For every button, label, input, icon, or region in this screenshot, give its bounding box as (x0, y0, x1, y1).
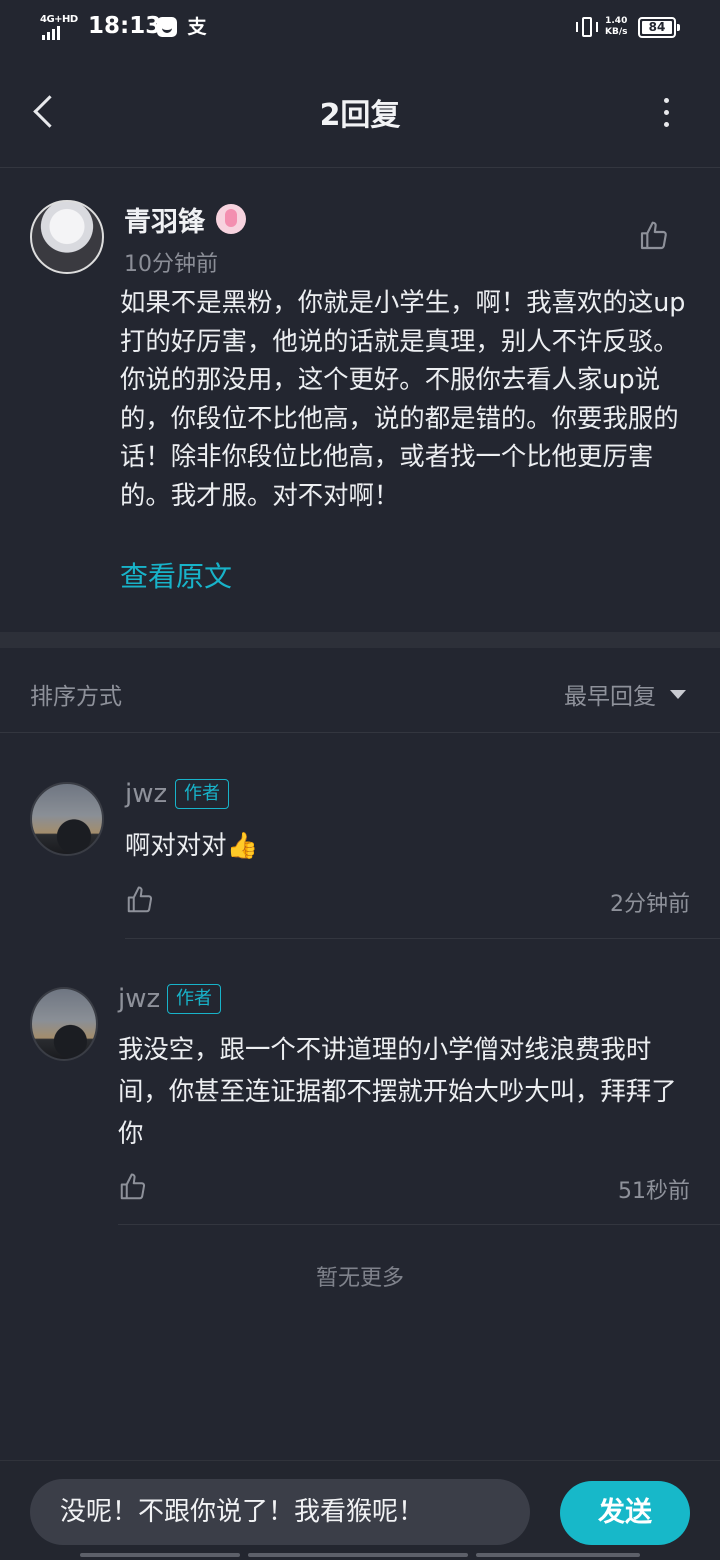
author-badge: 作者 (175, 779, 229, 809)
reply-text: 啊对对对👍 (125, 830, 259, 860)
user-badge-icon (216, 204, 246, 234)
network-type: 4G+HD (40, 14, 78, 25)
section-divider (0, 632, 720, 648)
top-app-bar: 2回复 (0, 56, 720, 168)
like-icon[interactable] (125, 885, 155, 915)
caret-down-icon (670, 689, 686, 699)
avatar[interactable] (30, 782, 104, 856)
avatar[interactable] (30, 987, 98, 1061)
reply-username[interactable]: jwz (125, 779, 167, 809)
signal-icon: 4G+HD (40, 14, 82, 40)
home-indicator (476, 1553, 640, 1557)
page-title: 2回复 (319, 98, 401, 133)
no-more-text: 暂无更多 (315, 1266, 404, 1291)
reply-input[interactable] (30, 1479, 530, 1545)
vibrate-icon (574, 16, 600, 38)
clock: 18:13 (88, 13, 162, 39)
like-icon[interactable] (118, 1172, 148, 1202)
root-comment-username[interactable]: 青羽锋 (124, 200, 205, 239)
app-notification-icon (157, 17, 177, 37)
divider (118, 1224, 720, 1225)
battery-level: 84 (642, 21, 672, 34)
alipay-notification-icon: 支 (187, 16, 207, 38)
reply-text: 我没空，跟一个不讲道理的小学僧对线浪费我时间，你甚至连证据都不摆就开始大吵大叫，… (118, 1034, 677, 1148)
root-comment-text: 如果不是黑粉，你就是小学生，啊！我喜欢的这up打的好厉害，他说的话就是真理，别人… (120, 287, 686, 510)
sort-selected-value: 最早回复 (564, 684, 656, 710)
more-options-button[interactable] (648, 90, 684, 134)
battery-icon: 84 (638, 17, 680, 38)
reply-composer: 发送 (0, 1460, 720, 1560)
reply-username[interactable]: jwz (118, 984, 160, 1014)
like-icon[interactable] (638, 220, 670, 252)
sort-dropdown[interactable]: 最早回复 (564, 677, 686, 711)
reply-time: 51秒前 (618, 1179, 690, 1204)
author-badge: 作者 (167, 984, 221, 1014)
divider (125, 938, 720, 939)
view-original-link[interactable]: 查看原文 (120, 555, 232, 595)
send-button[interactable]: 发送 (560, 1481, 690, 1545)
root-comment-time: 10分钟前 (124, 252, 218, 277)
home-indicator (80, 1553, 240, 1557)
avatar[interactable] (30, 200, 104, 274)
home-indicator (248, 1553, 468, 1557)
network-speed: 1.40 KB/s (605, 16, 628, 37)
reply-time: 2分钟前 (610, 892, 690, 917)
status-bar: 4G+HD 18:13 支 1.40 KB/s 84 (0, 0, 720, 56)
sort-label: 排序方式 (30, 684, 122, 710)
divider (0, 732, 720, 733)
